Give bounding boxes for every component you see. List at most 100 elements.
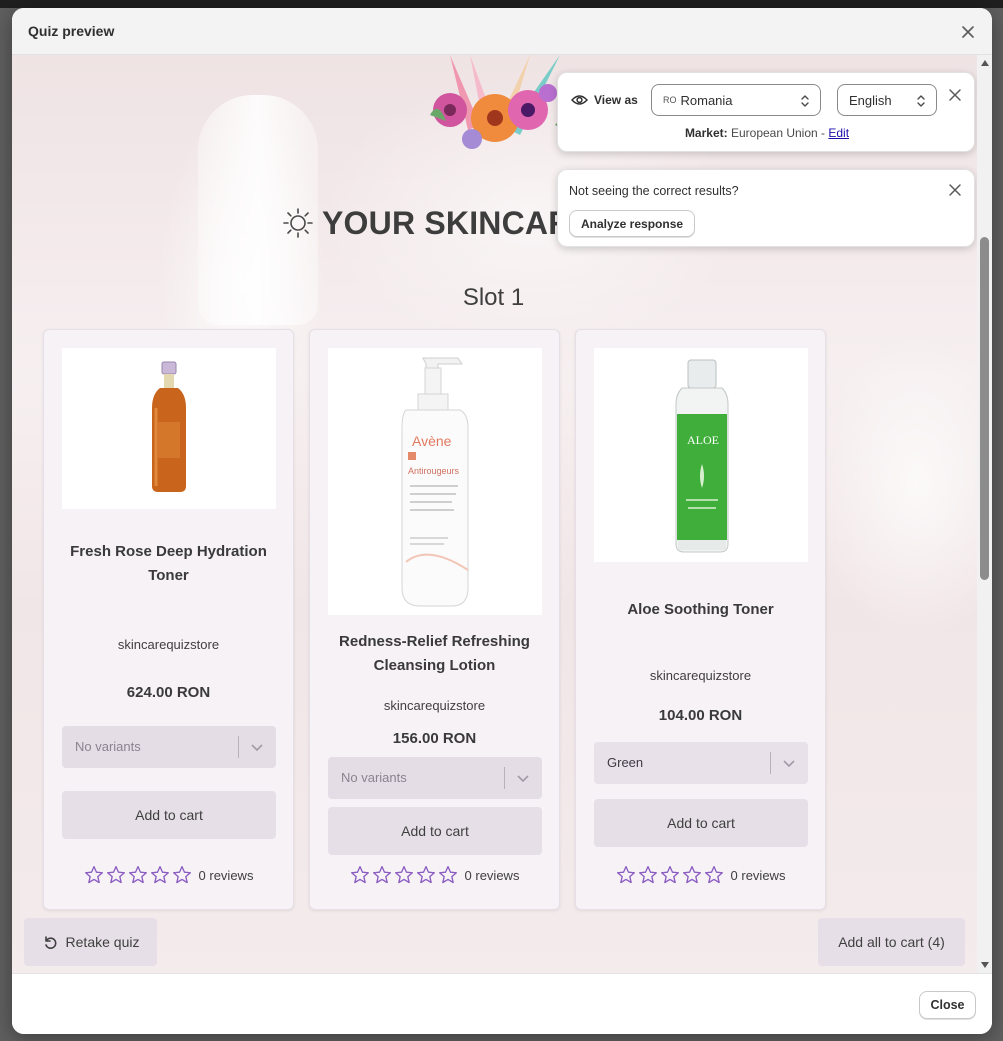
review-count[interactable]: 0 reviews [199, 868, 254, 883]
product-rating: 0 reviews [576, 865, 825, 885]
add-to-cart-button[interactable]: Add to cart [62, 791, 276, 839]
star-icon [416, 866, 435, 884]
language-select[interactable]: English [837, 84, 937, 116]
close-icon[interactable] [947, 87, 963, 103]
select-separator [504, 767, 505, 789]
product-vendor: skincarequizstore [383, 698, 486, 713]
review-count[interactable]: 0 reviews [465, 868, 520, 883]
view-as-panel: View as RO Romania English Market: Europ… [557, 72, 975, 152]
select-separator [770, 752, 771, 774]
star-rating [84, 865, 192, 885]
slot-title: Slot 1 [462, 284, 525, 311]
heading-text: YOUR SKINCARE [322, 204, 594, 241]
amber-toner-bottle-icon [152, 361, 186, 492]
product-price: 624.00 RON [126, 684, 211, 701]
star-icon [106, 866, 125, 884]
country-select[interactable]: RO Romania [651, 84, 821, 116]
product-name[interactable]: Aloe Soothing Toner [590, 598, 811, 622]
country-select-value: Romania [680, 92, 733, 108]
market-value: European Union - [730, 126, 826, 140]
star-rating [616, 865, 724, 885]
floral-decoration-icon [430, 55, 570, 149]
variant-select-value: Green [607, 755, 644, 770]
market-line: Market: European Union - Edit [558, 126, 976, 140]
star-icon [394, 866, 413, 884]
issue-text: Not seeing the correct results? [569, 184, 739, 198]
pump-lotion-bottle-icon: Avène Antirougeurs [401, 357, 469, 607]
green-toner-bottle-icon: ALOE [675, 359, 729, 553]
close-icon[interactable] [947, 182, 963, 198]
select-updown-icon [917, 95, 925, 107]
product-price: 156.00 RON [392, 730, 477, 747]
market-label: Market: [684, 126, 728, 140]
bottle-brand-text: ALOE [687, 433, 719, 447]
modal-header: Quiz preview [12, 8, 992, 55]
product-vendor: skincarequizstore [117, 637, 220, 652]
bottle-line-text: Antirougeurs [408, 466, 460, 476]
star-icon [372, 866, 391, 884]
variant-select-value: No variants [341, 770, 407, 785]
product-card: ALOE Aloe Soothing Toner skincarequizsto… [575, 329, 826, 910]
browser-backdrop [0, 0, 1003, 8]
modal-title: Quiz preview [28, 23, 115, 39]
market-edit-link[interactable]: Edit [828, 126, 849, 140]
variant-select-value: No variants [75, 739, 141, 754]
view-as-label: View as [571, 93, 638, 107]
eye-icon [571, 95, 588, 105]
results-issue-panel: Not seeing the correct results? Analyze … [557, 169, 975, 247]
modal-footer: Close [12, 973, 992, 1034]
add-to-cart-button[interactable]: Add to cart [328, 807, 542, 855]
product-rating: 0 reviews [310, 865, 559, 885]
country-code: RO [663, 95, 677, 105]
add-to-cart-button[interactable]: Add to cart [594, 799, 808, 847]
product-card: Avène Antirougeurs Redness-Relief Refres… [309, 329, 560, 910]
close-button[interactable]: Close [919, 991, 976, 1019]
scrollbar-thumb[interactable] [980, 237, 989, 580]
star-icon [616, 866, 635, 884]
analyze-response-button[interactable]: Analyze response [569, 210, 696, 237]
scroll-down-arrow-icon[interactable] [981, 962, 989, 968]
select-updown-icon [801, 95, 809, 107]
product-image: ALOE [594, 348, 808, 562]
quiz-preview-modal: Quiz preview YOUR SKINCARE Slot 1 Fresh … [12, 8, 992, 1034]
select-separator [238, 736, 239, 758]
variant-select[interactable]: No variants [62, 726, 276, 768]
quiz-stage: YOUR SKINCARE Slot 1 Fresh Rose Deep Hyd… [12, 55, 992, 973]
results-heading: YOUR SKINCARE [282, 203, 593, 243]
product-image [62, 348, 276, 509]
chevron-down-icon [251, 744, 263, 752]
star-icon [638, 866, 657, 884]
star-icon [84, 866, 103, 884]
bottle-brand-text: Avène [412, 433, 452, 449]
star-icon [682, 866, 701, 884]
close-icon[interactable] [956, 20, 980, 44]
star-icon [350, 866, 369, 884]
star-icon [172, 866, 191, 884]
review-count[interactable]: 0 reviews [731, 868, 786, 883]
chevron-down-icon [783, 760, 795, 768]
product-rating: 0 reviews [44, 865, 293, 885]
product-vendor: skincarequizstore [649, 668, 752, 683]
product-price: 104.00 RON [658, 707, 743, 724]
variant-select[interactable]: Green [594, 742, 808, 784]
view-as-text: View as [594, 93, 638, 107]
scroll-up-arrow-icon[interactable] [981, 60, 989, 66]
language-select-value: English [849, 92, 892, 108]
star-icon [150, 866, 169, 884]
variant-select[interactable]: No variants [328, 757, 542, 799]
product-name[interactable]: Fresh Rose Deep Hydration Toner [58, 540, 279, 588]
product-image: Avène Antirougeurs [328, 348, 542, 615]
star-icon [704, 866, 723, 884]
add-all-to-cart-button[interactable]: Add all to cart (4) [818, 918, 965, 966]
star-icon [660, 866, 679, 884]
undo-icon [44, 936, 56, 949]
retake-quiz-button[interactable]: Retake quiz [24, 918, 157, 966]
sun-icon [283, 208, 313, 238]
star-rating [350, 865, 458, 885]
chevron-down-icon [517, 775, 529, 783]
star-icon [128, 866, 147, 884]
product-name[interactable]: Redness-Relief Refreshing Cleansing Loti… [324, 630, 545, 678]
retake-quiz-label: Retake quiz [65, 934, 140, 950]
product-card: Fresh Rose Deep Hydration Toner skincare… [43, 329, 294, 910]
scrollbar[interactable] [977, 55, 992, 973]
